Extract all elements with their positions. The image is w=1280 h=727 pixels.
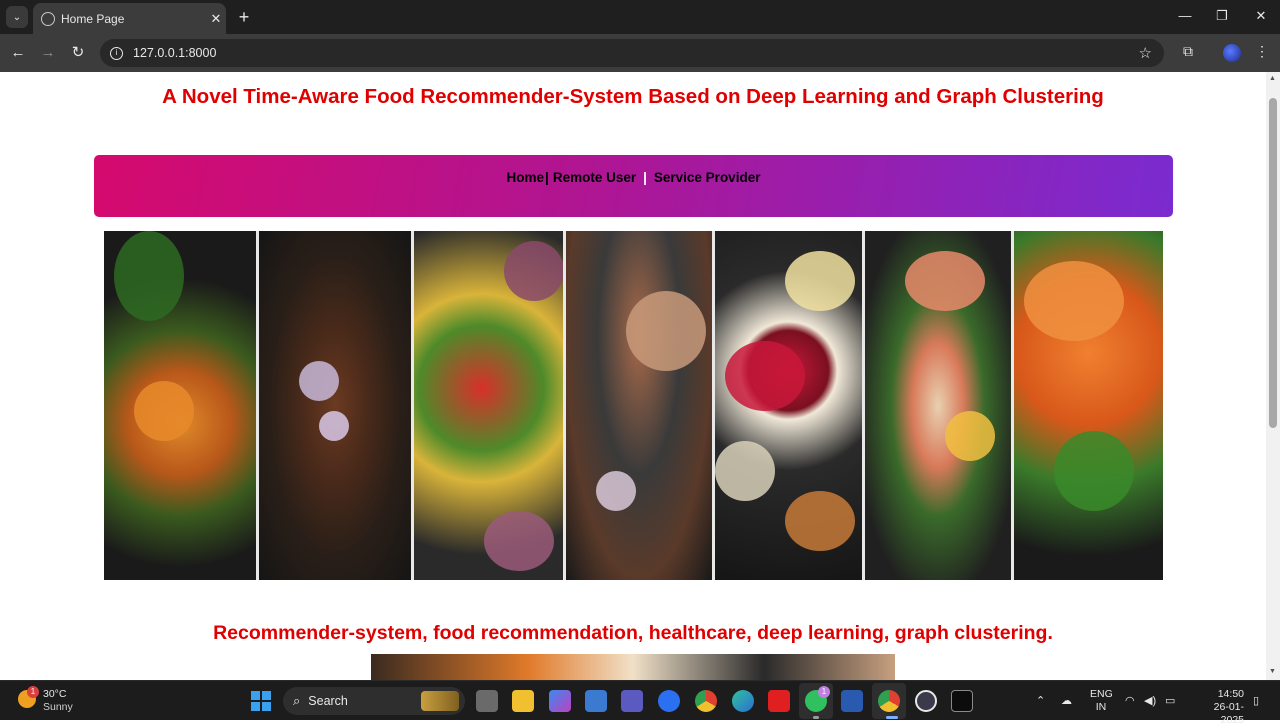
wifi-icon[interactable]: ◠ (1125, 694, 1135, 707)
search-highlight-image (421, 691, 459, 711)
search-label: Search (308, 694, 348, 708)
microsoft-store-icon[interactable] (585, 690, 607, 712)
teams-icon[interactable] (621, 690, 643, 712)
terminal-icon[interactable] (951, 690, 973, 712)
nav-bar: Home| Remote User | Service Provider (94, 155, 1173, 217)
system-clock[interactable]: 14:50 26-01-2025 (1192, 688, 1244, 727)
language-code: ENG (1090, 688, 1113, 700)
app-running-indicator (813, 716, 819, 719)
edge-icon[interactable] (732, 690, 754, 712)
language-indicator[interactable]: ENG IN (1090, 688, 1113, 714)
show-hidden-icons-icon[interactable]: ⌃ (1036, 694, 1045, 707)
salad-bowl-image (104, 231, 259, 580)
food-photo-image (371, 654, 895, 680)
youtube-icon[interactable] (768, 690, 790, 712)
browser-toolbar: ← → ↻ i 127.0.0.1:8000 ☆ ⧉ ⋮ (0, 34, 1280, 72)
nav-separator: | (643, 170, 647, 185)
restore-button[interactable]: ❐ (1212, 8, 1232, 24)
tab-close-icon[interactable]: ✕ (206, 11, 226, 27)
browser-tab-bar: ⌄ Home Page ✕ + — ❐ ✕ (0, 0, 1280, 34)
word-icon[interactable] (841, 690, 863, 712)
task-view-icon[interactable] (476, 690, 498, 712)
weather-temperature[interactable]: 30°C (43, 688, 66, 700)
nav-remote-user-link[interactable]: Remote User (553, 170, 636, 185)
nav-separator: | (545, 170, 549, 185)
site-info-icon[interactable]: i (110, 46, 123, 60)
minimize-button[interactable]: — (1175, 8, 1195, 23)
copilot-icon[interactable] (549, 690, 571, 712)
new-tab-button[interactable]: + (234, 7, 254, 27)
weather-description[interactable]: Sunny (43, 701, 73, 713)
search-icon: ⌕ (293, 693, 301, 708)
url-text[interactable]: 127.0.0.1:8000 (133, 46, 1139, 60)
nav-home-link[interactable]: Home (507, 170, 545, 185)
address-bar[interactable]: i 127.0.0.1:8000 ☆ (100, 39, 1164, 67)
grilled-vegetables-image (414, 231, 566, 580)
clock-date: 26-01-2025 (1213, 701, 1244, 726)
soups-image (715, 231, 865, 580)
grilled-squash-salad-image (1014, 231, 1163, 580)
food-collage-image (104, 231, 1163, 580)
kebab-skewers-image (259, 231, 414, 580)
keywords-heading: Recommender-system, food recommendation,… (213, 622, 1053, 644)
close-window-button[interactable]: ✕ (1251, 8, 1271, 24)
battery-icon[interactable]: ▭ (1165, 694, 1175, 707)
file-explorer-icon[interactable] (512, 690, 534, 712)
taskbar-search[interactable]: ⌕ Search (283, 687, 465, 715)
media-player-icon[interactable] (915, 690, 937, 712)
browser-tab[interactable]: Home Page ✕ (33, 3, 226, 34)
page-viewport: A Novel Time-Aware Food Recommender-Syst… (0, 72, 1266, 680)
scrollbar-thumb[interactable] (1269, 98, 1277, 428)
grilled-chicken-image (566, 231, 715, 580)
shrimp-noodles-image (865, 231, 1014, 580)
windows-taskbar: 1 30°C Sunny ⌕ Search 1 ⌃ ☁ ENG IN ◠ ◀) … (0, 680, 1280, 726)
scroll-up-icon[interactable]: ▲ (1269, 75, 1276, 82)
volume-icon[interactable]: ◀) (1144, 694, 1156, 707)
whatsapp-badge: 1 (818, 686, 830, 698)
region-code: IN (1095, 701, 1107, 713)
notification-icon[interactable]: ▯ (1253, 694, 1259, 707)
clock-time: 14:50 (1217, 688, 1244, 700)
tab-title: Home Page (61, 11, 125, 26)
scroll-down-icon[interactable]: ▼ (1269, 668, 1276, 675)
back-button[interactable]: ← (8, 43, 28, 63)
reload-button[interactable]: ↻ (68, 43, 88, 63)
menu-icon[interactable]: ⋮ (1252, 43, 1272, 60)
chrome-profile-icon[interactable] (878, 690, 900, 712)
nav-service-provider-link[interactable]: Service Provider (654, 170, 761, 185)
onedrive-icon[interactable]: ☁ (1061, 694, 1072, 707)
globe-icon (41, 11, 55, 26)
app-active-indicator (886, 716, 898, 719)
page-scrollbar[interactable]: ▲ ▼ (1266, 72, 1280, 680)
profile-avatar[interactable] (1223, 44, 1241, 62)
bookmark-star-icon[interactable]: ☆ (1139, 44, 1152, 62)
chrome-icon[interactable] (695, 690, 717, 712)
weather-badge: 1 (27, 686, 39, 698)
forward-button[interactable]: → (38, 43, 58, 63)
zoom-icon[interactable] (658, 690, 680, 712)
windows-start-icon[interactable] (251, 691, 271, 711)
tab-search-menu-button[interactable]: ⌄ (6, 6, 28, 28)
extensions-icon[interactable]: ⧉ (1178, 43, 1198, 60)
page-title: A Novel Time-Aware Food Recommender-Syst… (162, 85, 1104, 108)
